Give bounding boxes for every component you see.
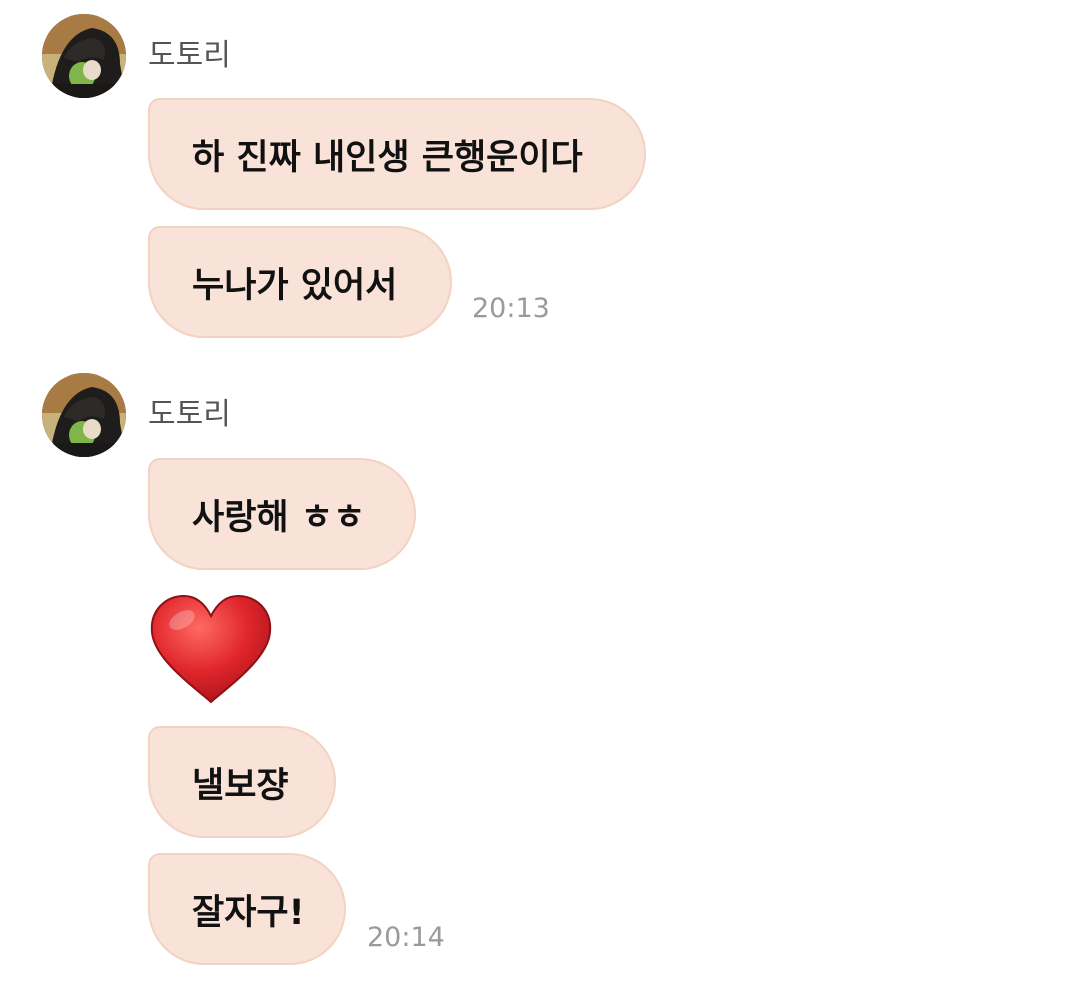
sender-avatar[interactable] bbox=[42, 14, 126, 98]
message-bubble[interactable]: 사랑해 ㅎㅎ bbox=[148, 458, 416, 570]
message-text: 잘자구! bbox=[192, 892, 305, 933]
sender-name: 도토리 bbox=[148, 397, 231, 432]
sender-name: 도토리 bbox=[148, 38, 231, 73]
message-timestamp: 20:14 bbox=[367, 922, 445, 953]
sender-avatar[interactable] bbox=[42, 373, 126, 457]
message-text: 하 진짜 내인생 큰행운이다 bbox=[192, 137, 583, 178]
message-timestamp: 20:13 bbox=[472, 293, 550, 324]
message-bubble[interactable]: 잘자구! bbox=[148, 853, 346, 965]
message-text: 사랑해 ㅎㅎ bbox=[192, 497, 366, 538]
message-text: 낼보쟝 bbox=[192, 765, 289, 806]
red-heart-emoji[interactable] bbox=[148, 594, 274, 706]
avatar-image bbox=[42, 14, 126, 98]
heart-icon bbox=[150, 594, 272, 704]
message-bubble[interactable]: 낼보쟝 bbox=[148, 726, 336, 838]
message-bubble[interactable]: 누나가 있어서 bbox=[148, 226, 452, 338]
message-bubble[interactable]: 하 진짜 내인생 큰행운이다 bbox=[148, 98, 646, 210]
avatar-image bbox=[42, 373, 126, 457]
message-text: 누나가 있어서 bbox=[192, 265, 398, 306]
